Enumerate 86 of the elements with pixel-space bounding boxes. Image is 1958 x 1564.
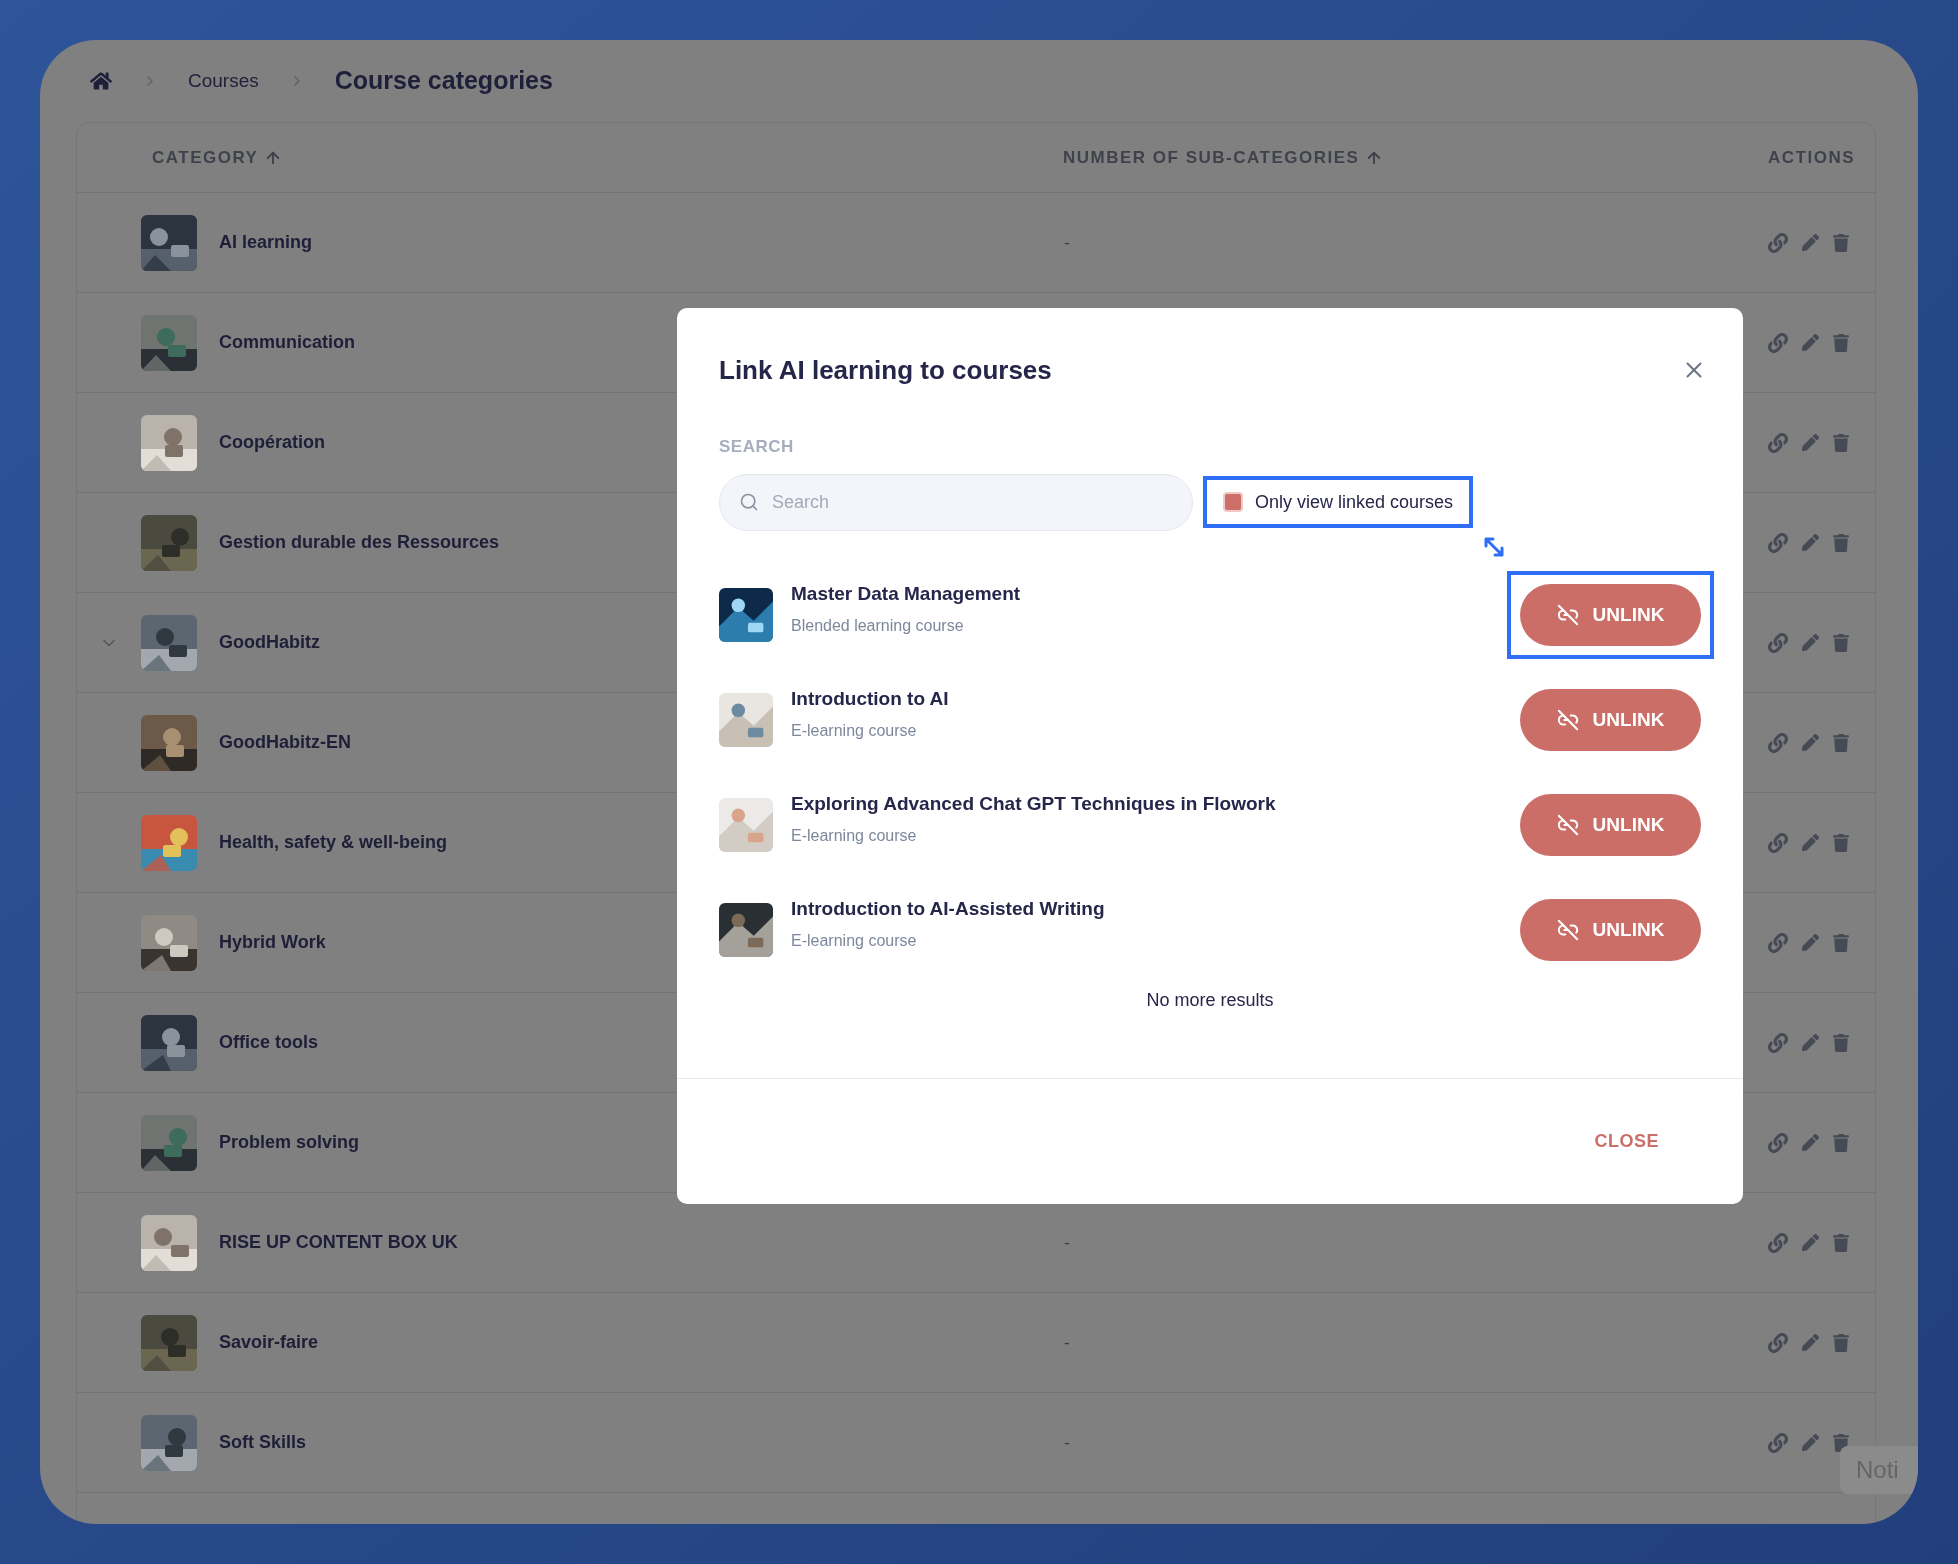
- edit-icon[interactable]: [1802, 1434, 1819, 1451]
- unlink-button[interactable]: UNLINK: [1520, 794, 1701, 856]
- delete-icon[interactable]: [1833, 1333, 1849, 1352]
- edit-icon[interactable]: [1802, 1334, 1819, 1351]
- sub-category-count: -: [1064, 1332, 1070, 1352]
- category-name: Office tools: [219, 1031, 318, 1054]
- link-icon[interactable]: [1768, 1232, 1788, 1253]
- edit-icon[interactable]: [1802, 934, 1819, 951]
- category-name: Problem solving: [219, 1131, 360, 1154]
- category-name: GoodHabitz: [219, 631, 320, 654]
- edit-icon[interactable]: [1802, 234, 1819, 251]
- home-icon[interactable]: [90, 70, 112, 92]
- category-name: Communication: [219, 331, 355, 354]
- course-title: Exploring Advanced Chat GPT Techniques in Flowork: [791, 791, 1277, 816]
- delete-icon[interactable]: [1833, 733, 1849, 752]
- edit-icon[interactable]: [1802, 634, 1819, 651]
- search-field[interactable]: Search: [719, 473, 1193, 531]
- course-title: Introduction to AI-Assisted Writing: [791, 896, 1106, 921]
- link-icon[interactable]: [1768, 1032, 1788, 1053]
- delete-icon[interactable]: [1833, 1233, 1849, 1252]
- link-icon[interactable]: [1768, 732, 1788, 753]
- link-icon[interactable]: [1768, 332, 1788, 353]
- link-icon[interactable]: [1768, 232, 1788, 253]
- edit-icon[interactable]: [1802, 1034, 1819, 1051]
- course-title: Introduction to AI: [791, 686, 950, 711]
- category-name: GoodHabitz-EN: [219, 731, 351, 754]
- column-header[interactable]: ACTIONS: [1768, 144, 1855, 171]
- search-label: SEARCH: [719, 436, 795, 458]
- category-name: Coopération: [219, 431, 325, 454]
- link-icon[interactable]: [1768, 1132, 1788, 1153]
- course-title: Master Data Management: [791, 581, 1022, 606]
- delete-icon[interactable]: [1833, 233, 1849, 252]
- breadcrumb-link[interactable]: Courses: [188, 66, 259, 96]
- category-name: Soft Skills: [219, 1431, 307, 1454]
- checkbox[interactable]: [1223, 492, 1243, 512]
- delete-icon[interactable]: [1833, 333, 1849, 352]
- delete-icon[interactable]: [1833, 933, 1849, 952]
- link-icon[interactable]: [1768, 1432, 1788, 1453]
- course-type: E-learning course: [791, 721, 918, 742]
- search-icon: [739, 491, 759, 512]
- course-type: Blended learning course: [791, 616, 965, 637]
- checkbox-label[interactable]: Only view linked courses: [1255, 488, 1454, 516]
- column-header[interactable]: NUMBER OF SUB-CATEGORIES: [1063, 144, 1384, 171]
- link-icon[interactable]: [1768, 532, 1788, 553]
- link-icon[interactable]: [1768, 632, 1788, 653]
- unlink-button[interactable]: UNLINK: [1520, 899, 1701, 961]
- link-icon[interactable]: [1768, 432, 1788, 453]
- end-note: No more results: [1146, 988, 1274, 1012]
- sub-category-count: -: [1064, 1432, 1070, 1452]
- delete-icon[interactable]: [1833, 1033, 1849, 1052]
- link-icon[interactable]: [1768, 1332, 1788, 1353]
- link-icon[interactable]: [1768, 832, 1788, 853]
- category-name: RISE UP CONTENT BOX UK: [219, 1231, 458, 1254]
- delete-icon[interactable]: [1833, 1133, 1849, 1152]
- unlink-button[interactable]: UNLINK: [1520, 584, 1701, 646]
- delete-icon[interactable]: [1833, 633, 1849, 652]
- unlink-button[interactable]: UNLINK: [1520, 689, 1701, 751]
- edit-icon[interactable]: [1802, 1234, 1819, 1251]
- sub-category-count: -: [1064, 1232, 1070, 1252]
- page-title: Course categories: [334, 65, 553, 97]
- category-name: Gestion durable des Ressources: [219, 531, 500, 554]
- category-name: AI learning: [219, 231, 312, 254]
- unlink-icon: [1556, 709, 1579, 731]
- delete-icon[interactable]: [1833, 433, 1849, 452]
- delete-icon[interactable]: [1833, 833, 1849, 852]
- diagonal-arrow-icon: [1483, 535, 1505, 558]
- close-button[interactable]: CLOSE: [1594, 1128, 1659, 1155]
- edit-icon[interactable]: [1802, 334, 1819, 351]
- category-name: Health, safety & well-being: [219, 831, 448, 854]
- delete-icon[interactable]: [1833, 533, 1849, 552]
- unlink-icon: [1556, 919, 1579, 941]
- edit-icon[interactable]: [1802, 534, 1819, 551]
- dialog-title: Link AI learning to courses: [719, 353, 1052, 387]
- unlink-icon: [1556, 604, 1579, 626]
- edit-icon[interactable]: [1802, 834, 1819, 851]
- category-name: Savoir-faire: [219, 1331, 319, 1354]
- category-name: Hybrid Work: [219, 931, 326, 954]
- edit-icon[interactable]: [1802, 434, 1819, 451]
- edit-icon[interactable]: [1802, 734, 1819, 751]
- edit-icon[interactable]: [1802, 1134, 1819, 1151]
- link-icon[interactable]: [1768, 932, 1788, 953]
- unlink-icon: [1556, 814, 1579, 836]
- course-type: E-learning course: [791, 826, 918, 847]
- column-header[interactable]: CATEGORY: [152, 144, 283, 171]
- course-type: E-learning course: [791, 931, 918, 952]
- sub-category-count: -: [1064, 232, 1070, 252]
